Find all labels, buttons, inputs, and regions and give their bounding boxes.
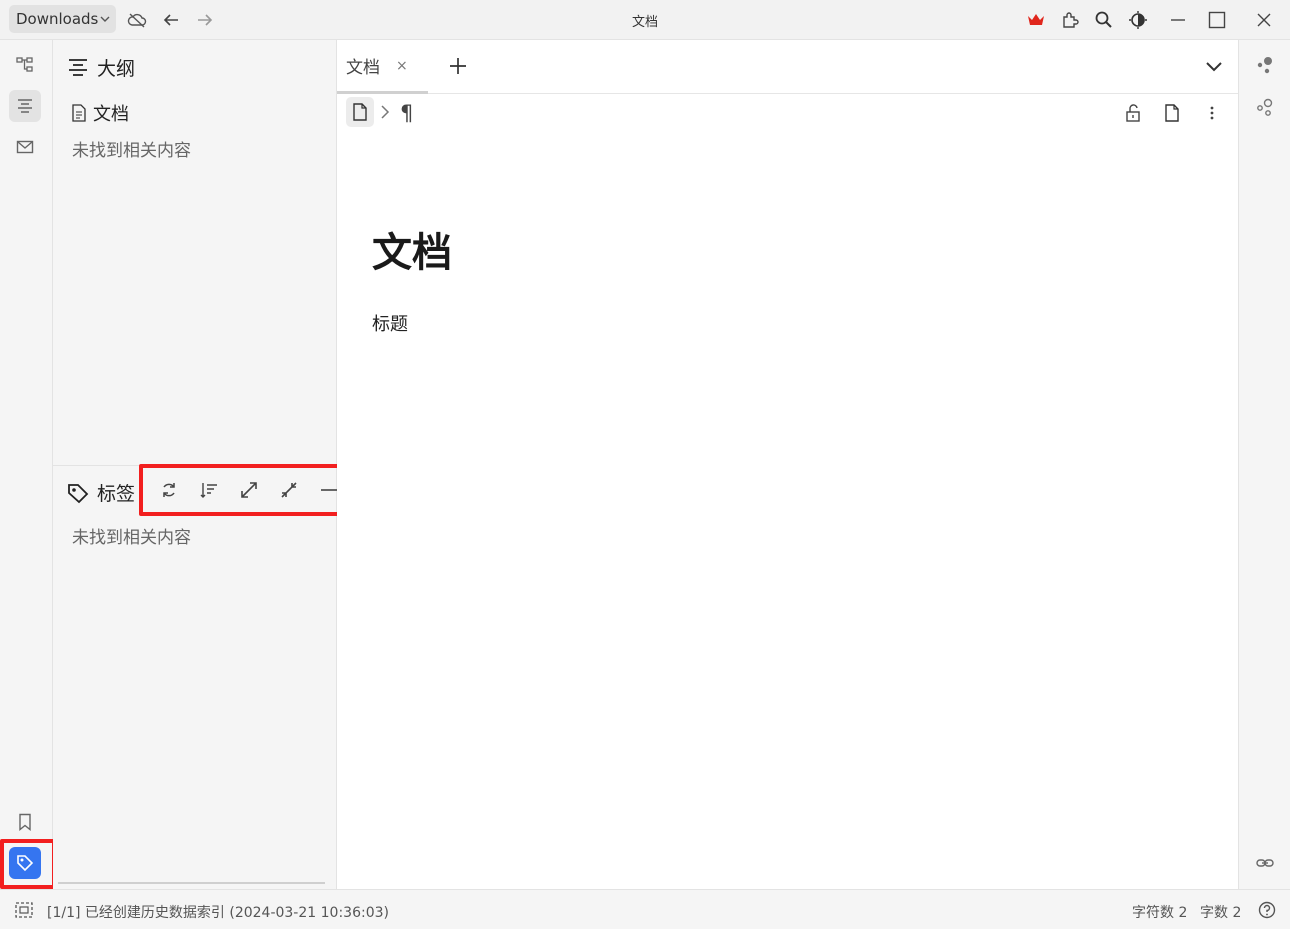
- tab-bar: 文档 ×: [337, 40, 1238, 94]
- workspace-name: Downloads: [16, 10, 99, 28]
- outline-icon[interactable]: [9, 90, 41, 122]
- status-message: [1/1] 已经创建历史数据索引 (2024-03-21 10:36:03): [47, 905, 389, 921]
- forward-arrow-icon[interactable]: [193, 8, 217, 32]
- tag-panel-title: 标签: [97, 483, 136, 505]
- outline-panel-header: 大纲: [67, 54, 135, 81]
- bookmark-icon[interactable]: [9, 806, 41, 838]
- editor: 文档 × ¶ 文档 标题: [337, 40, 1238, 889]
- cloud-off-icon[interactable]: [125, 8, 149, 32]
- collapse-icon[interactable]: [269, 476, 309, 504]
- tab-document[interactable]: 文档 ×: [337, 40, 428, 94]
- tab-menu-icon[interactable]: [1203, 55, 1225, 77]
- status-bar: [1/1] 已经创建历史数据索引 (2024-03-21 10:36:03) 字…: [0, 889, 1290, 929]
- left-dock: [0, 40, 53, 889]
- unlock-icon[interactable]: [1121, 101, 1145, 125]
- tag-icon[interactable]: [9, 847, 41, 879]
- tag-icon: [67, 482, 89, 504]
- inbox-icon[interactable]: [9, 131, 41, 163]
- back-arrow-icon[interactable]: [159, 8, 183, 32]
- tab-close-icon[interactable]: ×: [396, 58, 408, 74]
- workspace-switcher[interactable]: Downloads: [9, 5, 116, 33]
- outline-doc-item[interactable]: 文档: [71, 100, 129, 126]
- right-dock: [1238, 40, 1290, 889]
- graph-view-icon[interactable]: [1253, 53, 1277, 77]
- search-icon[interactable]: [1092, 8, 1116, 32]
- tag-panel-toolbar: [149, 476, 349, 504]
- breadcrumb-document-icon[interactable]: [346, 97, 374, 127]
- word-count: 字数 2: [1200, 905, 1242, 921]
- close-icon[interactable]: [1252, 8, 1276, 32]
- backlink-icon[interactable]: [1253, 851, 1277, 875]
- panel-scroll-track[interactable]: [58, 882, 325, 884]
- tab-label: 文档: [346, 58, 380, 78]
- side-panel: 大纲 文档 未找到相关内容 标签 未找到相关内容: [53, 40, 337, 889]
- expand-icon[interactable]: [229, 476, 269, 504]
- panel-divider: [53, 465, 337, 466]
- sort-icon[interactable]: [189, 476, 229, 504]
- tag-empty-text: 未找到相关内容: [72, 528, 191, 548]
- tag-panel-header: 标签: [67, 479, 135, 506]
- document-icon: [71, 104, 87, 122]
- refresh-icon[interactable]: [149, 476, 189, 504]
- add-tab-icon[interactable]: [447, 55, 469, 77]
- global-graph-icon[interactable]: [1253, 95, 1277, 119]
- outline-panel-title: 大纲: [97, 58, 136, 80]
- theme-icon[interactable]: [1126, 8, 1150, 32]
- outline-icon: [67, 57, 89, 79]
- char-count: 字符数 2: [1132, 905, 1188, 921]
- crown-icon[interactable]: [1024, 8, 1048, 32]
- document-info-icon[interactable]: [1160, 101, 1184, 125]
- title-bar: Downloads 文档: [0, 0, 1290, 40]
- document-paragraph[interactable]: 标题: [372, 310, 408, 336]
- minimize-icon[interactable]: [1166, 8, 1190, 32]
- maximize-icon[interactable]: [1205, 8, 1229, 32]
- file-tree-icon[interactable]: [9, 49, 41, 81]
- help-icon[interactable]: [1258, 901, 1276, 919]
- chevron-down-icon: [100, 14, 110, 24]
- breadcrumb-chevron-icon: [379, 104, 391, 120]
- outline-doc-label: 文档: [93, 104, 129, 125]
- dock-toggle-icon[interactable]: [15, 902, 33, 918]
- window-title: 文档: [631, 15, 658, 30]
- outline-empty-text: 未找到相关内容: [72, 141, 191, 161]
- plugin-icon[interactable]: [1058, 8, 1082, 32]
- more-options-icon[interactable]: [1200, 101, 1224, 125]
- document-title[interactable]: 文档: [372, 220, 452, 278]
- breadcrumb-paragraph[interactable]: ¶: [400, 101, 413, 125]
